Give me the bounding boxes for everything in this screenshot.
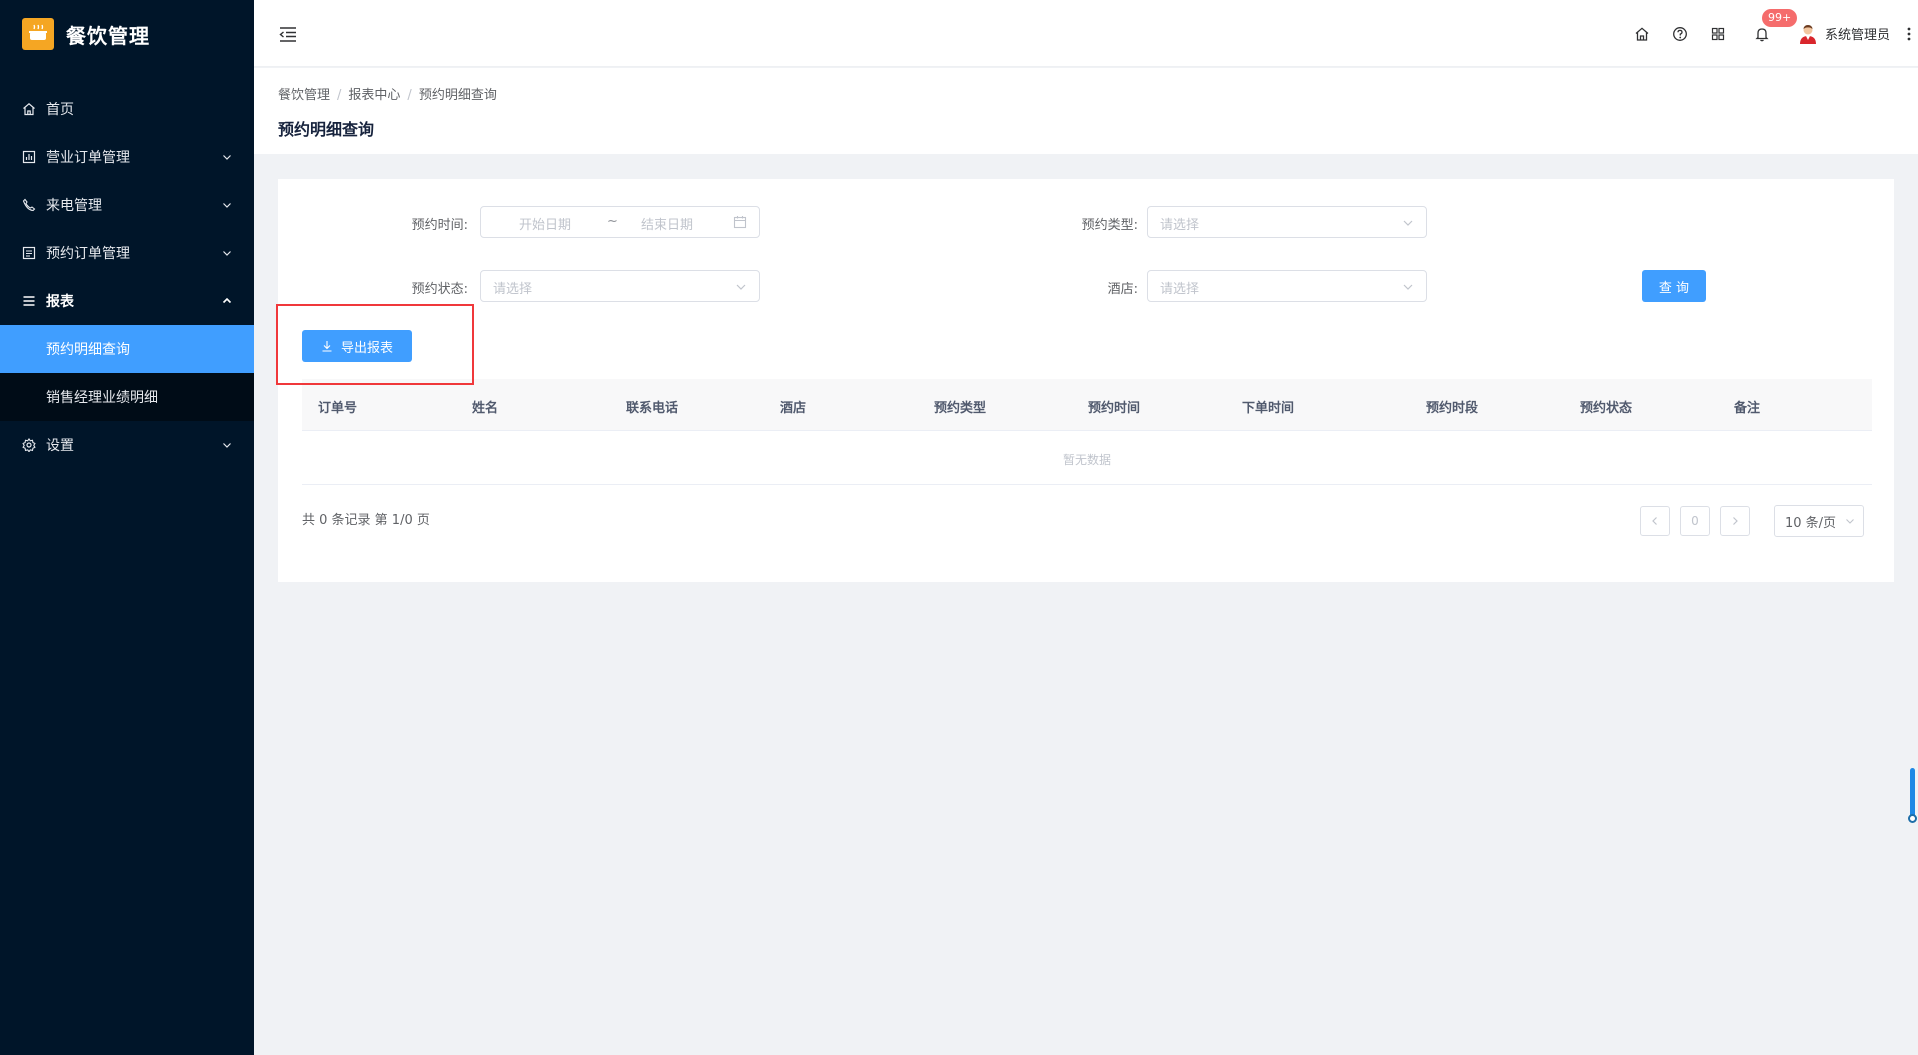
breadcrumb-item-current: 预约明细查询: [418, 88, 497, 103]
sidebar-item-reports[interactable]: 报表: [0, 277, 254, 325]
reservation-date-range-picker[interactable]: 开始日期 ~ 结束日期: [480, 206, 760, 238]
sidebar-item-label: 销售经理业绩明细: [46, 390, 158, 406]
list-icon: [22, 246, 36, 260]
notification-badge: 99+: [1760, 7, 1799, 28]
reservation-status-select[interactable]: 请选择: [480, 270, 760, 302]
chevron-up-icon: [222, 297, 232, 304]
pagination: 0 10 条/页: [1630, 505, 1864, 537]
sidebar-item-label: 来电管理: [46, 198, 102, 214]
start-date-input[interactable]: 开始日期: [519, 214, 571, 233]
chart-icon: [22, 150, 36, 164]
hotel-select[interactable]: 请选择: [1147, 270, 1427, 302]
chevron-down-icon: [223, 443, 231, 448]
sidebar-item-settings[interactable]: 设置: [0, 421, 254, 469]
sidebar-item-label: 预约订单管理: [46, 246, 130, 262]
gear-icon: [22, 438, 36, 452]
chevron-left-icon: [1652, 517, 1657, 525]
chevron-down-icon: [736, 284, 746, 290]
reservation-time-label: 预约时间:: [411, 218, 468, 233]
column-header[interactable]: 酒店: [780, 397, 806, 416]
column-header[interactable]: 备注: [1734, 397, 1760, 416]
select-placeholder: 请选择: [1160, 218, 1200, 233]
reports-submenu: 预约明细查询 销售经理业绩明细: [0, 325, 254, 421]
next-page-button[interactable]: [1720, 506, 1750, 536]
end-date-input[interactable]: 结束日期: [641, 214, 693, 233]
sidebar-item-business-orders[interactable]: 营业订单管理: [0, 133, 254, 181]
sidebar-item-sales-manager-performance[interactable]: 销售经理业绩明细: [0, 373, 254, 421]
chevron-down-icon: [1846, 519, 1854, 524]
column-header[interactable]: 预约时间: [1088, 397, 1140, 416]
column-header[interactable]: 姓名: [472, 397, 498, 416]
logo-icon: [22, 18, 54, 50]
chevron-down-icon: [223, 155, 231, 160]
sidebar-item-home[interactable]: 首页: [0, 85, 254, 133]
page-header: 餐饮管理 / 报表中心 / 预约明细查询 预约明细查询: [254, 68, 1918, 154]
reservation-status-label: 预约状态:: [411, 282, 468, 297]
header-toolbar: 99+ 系统管理员: [1613, 0, 1918, 67]
breadcrumb: 餐饮管理 / 报表中心 / 预约明细查询: [278, 84, 497, 103]
sidebar-menu: 首页 营业订单管理 来电管理 预约订单管理 报表 预约明细查询 销售经理业绩明细…: [0, 85, 254, 469]
pagination-summary: 共 0 条记录 第 1/0 页: [302, 513, 430, 528]
reservation-type-select[interactable]: 请选择: [1147, 206, 1427, 238]
home-icon: [22, 102, 36, 116]
prev-page-button[interactable]: [1640, 506, 1670, 536]
scroll-handle[interactable]: [1908, 814, 1917, 823]
reservation-type-label: 预约类型:: [1081, 218, 1138, 233]
breadcrumb-item[interactable]: 餐饮管理: [278, 88, 330, 103]
range-separator: ~: [607, 214, 618, 229]
chevron-right-icon: [1733, 517, 1738, 525]
top-header: 99+ 系统管理员: [254, 0, 1918, 67]
breadcrumb-separator: /: [407, 88, 412, 103]
menu-icon: [22, 294, 36, 308]
calendar-icon: [733, 216, 747, 229]
grid-icon[interactable]: [1709, 25, 1727, 43]
column-header[interactable]: 预约时段: [1426, 397, 1478, 416]
sidebar-item-label: 设置: [46, 438, 74, 454]
column-header[interactable]: 预约状态: [1580, 397, 1632, 416]
page-size-value: 10 条/页: [1785, 515, 1837, 531]
sidebar-item-calls[interactable]: 来电管理: [0, 181, 254, 229]
sidebar-item-label: 营业订单管理: [46, 150, 130, 166]
query-button[interactable]: 查 询: [1642, 270, 1706, 302]
query-button-label: 查 询: [1658, 280, 1690, 296]
table-empty-state: 暂无数据: [302, 431, 1872, 485]
chevron-down-icon: [223, 203, 231, 208]
select-placeholder: 请选择: [493, 282, 533, 297]
username[interactable]: 系统管理员: [1825, 24, 1890, 43]
page-size-select[interactable]: 10 条/页: [1774, 505, 1864, 537]
chevron-down-icon: [1403, 284, 1413, 290]
chevron-down-icon: [1403, 220, 1413, 226]
page-title: 预约明细查询: [278, 120, 375, 139]
breadcrumb-separator: /: [337, 88, 342, 103]
select-placeholder: 请选择: [1160, 282, 1200, 297]
help-icon[interactable]: [1671, 25, 1689, 43]
sidebar-item-reservation-orders[interactable]: 预约订单管理: [0, 229, 254, 277]
phone-icon: [22, 198, 36, 212]
column-header[interactable]: 预约类型: [934, 397, 986, 416]
column-header[interactable]: 订单号: [318, 397, 357, 416]
more-vertical-icon[interactable]: [1904, 26, 1914, 42]
reservation-table: 订单号 姓名 联系电话 酒店 预约类型 预约时间 下单时间 预约时段 预约状态 …: [302, 379, 1872, 485]
page-number-button[interactable]: 0: [1680, 506, 1710, 536]
breadcrumb-item[interactable]: 报表中心: [348, 88, 400, 103]
home-icon[interactable]: [1633, 25, 1651, 43]
sidebar-item-label: 报表: [46, 294, 74, 310]
bell-icon[interactable]: 99+: [1753, 7, 1799, 43]
sidebar-item-label: 首页: [46, 102, 74, 118]
logo: 餐饮管理: [0, 0, 254, 68]
table-header: 订单号 姓名 联系电话 酒店 预约类型 预约时间 下单时间 预约时段 预约状态 …: [302, 379, 1872, 431]
sidebar: 餐饮管理 首页 营业订单管理 来电管理 预约订单管理 报表 预约明细查询 销售经…: [0, 0, 254, 1055]
column-header[interactable]: 联系电话: [626, 397, 678, 416]
hotel-label: 酒店:: [1107, 282, 1138, 297]
sidebar-item-label: 预约明细查询: [46, 342, 130, 358]
sidebar-item-reservation-detail[interactable]: 预约明细查询: [0, 325, 254, 373]
content-card: 预约时间: 开始日期 ~ 结束日期 预约类型: 请选择 预约状态: 请选择 酒店…: [278, 179, 1894, 582]
app-title: 餐饮管理: [66, 23, 150, 48]
column-header[interactable]: 下单时间: [1242, 397, 1294, 416]
collapse-sidebar-icon[interactable]: [278, 24, 298, 44]
avatar[interactable]: [1797, 23, 1819, 45]
chevron-down-icon: [223, 251, 231, 256]
annotation-highlight-box: [276, 304, 474, 385]
